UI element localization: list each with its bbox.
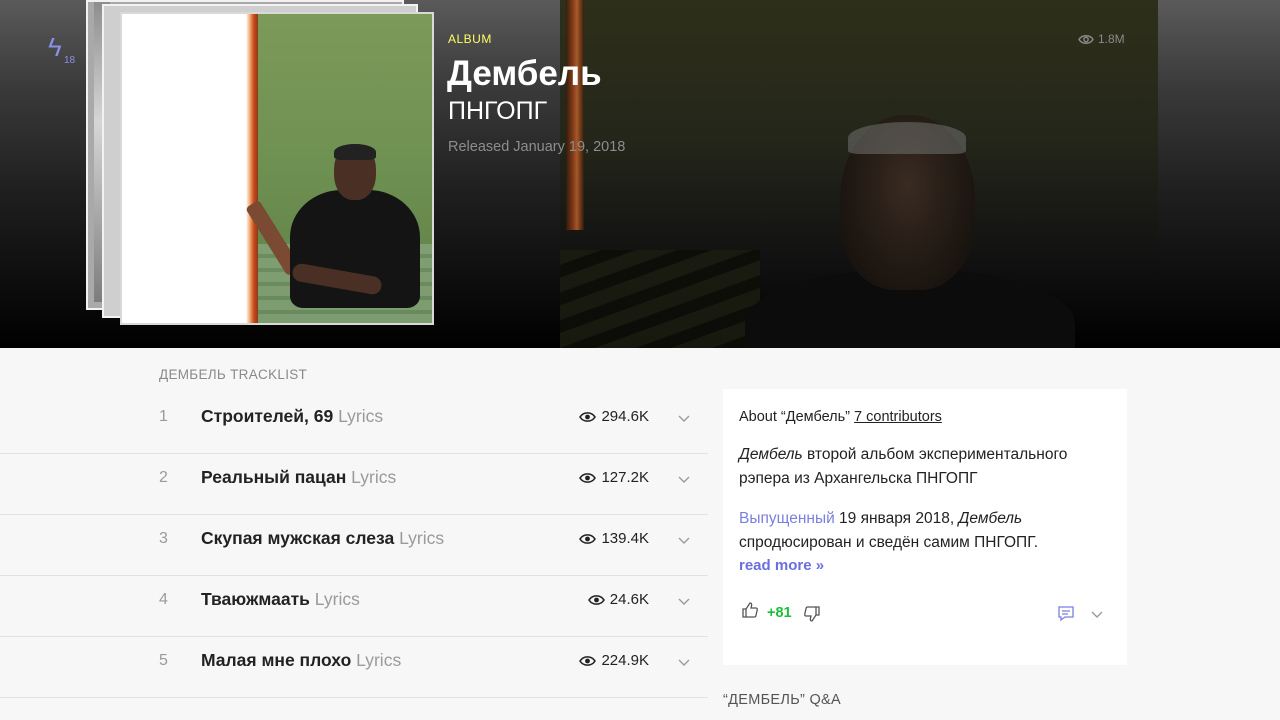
track-number: 5 — [159, 652, 168, 669]
chevron-down-icon[interactable] — [677, 655, 691, 669]
track-title-text: Малая мне плохо — [201, 650, 352, 670]
track-lyrics-label: Lyrics — [399, 528, 445, 548]
header-background-photo — [560, 0, 1158, 348]
thumbs-down-icon[interactable] — [803, 605, 821, 623]
qa-heading: “ДЕМБЕЛЬ” Q&A — [723, 692, 841, 708]
cover-person-cap — [334, 144, 376, 160]
track-title-text: Тваюжмаать — [201, 589, 310, 609]
cover-white — [122, 14, 248, 323]
about-heading-prefix: About “Дембель” — [739, 409, 851, 425]
eye-icon — [579, 533, 597, 544]
tracklist-heading: ДЕМБЕЛЬ TRACKLIST — [159, 367, 308, 382]
eye-icon — [579, 411, 597, 422]
track-number: 1 — [159, 408, 168, 425]
cover-rip — [246, 14, 258, 323]
album-views: 1.8M — [1078, 32, 1125, 46]
comment-icon[interactable] — [1057, 605, 1075, 623]
track-title[interactable]: Малая мне плохо Lyrics — [201, 650, 401, 671]
track-title-text: Реальный пацан — [201, 467, 347, 487]
track-views-count: 24.6K — [609, 591, 649, 608]
about-card: About “Дембель” 7 contributors Дембель в… — [723, 389, 1127, 665]
eye-icon — [579, 472, 597, 483]
track-views: 139.4K — [579, 530, 649, 547]
photo-stairs — [560, 250, 760, 348]
track-number: 3 — [159, 530, 168, 547]
chevron-down-icon[interactable] — [677, 533, 691, 547]
track-views: 24.6K — [587, 591, 649, 608]
vote-count: +81 — [767, 605, 792, 621]
track-views-count: 127.2K — [601, 469, 649, 486]
contributors-link[interactable]: 7 contributors — [854, 409, 942, 425]
annotation-link[interactable]: Выпущенный — [739, 510, 835, 527]
track-row[interactable]: 2 Реальный пацан Lyrics 127.2K — [0, 454, 708, 515]
track-views-count: 224.9K — [601, 652, 649, 669]
album-name-emphasis: Дембель — [739, 446, 803, 463]
track-title-text: Строителей, 69 — [201, 406, 334, 426]
chevron-down-icon[interactable] — [1090, 607, 1104, 621]
track-lyrics-label: Lyrics — [314, 589, 360, 609]
track-row[interactable]: 1 Строителей, 69 Lyrics 294.6K — [0, 393, 708, 454]
eye-icon — [579, 655, 597, 666]
brand-count: 18 — [64, 55, 76, 66]
photo-edge — [566, 0, 584, 230]
track-lyrics-label: Lyrics — [338, 406, 384, 426]
track-views-count: 294.6K — [601, 408, 649, 425]
release-info-text: спродюсирован и сведён самим ПНГОПГ. — [739, 534, 1039, 551]
album-artist-link[interactable]: ПНГОПГ — [448, 97, 547, 126]
release-date: Released January 19, 2018 — [448, 139, 626, 155]
chevron-down-icon[interactable] — [677, 594, 691, 608]
chevron-down-icon[interactable] — [677, 411, 691, 425]
track-lyrics-label: Lyrics — [351, 467, 397, 487]
lightning-icon: ϟ — [48, 32, 62, 62]
track-views-count: 139.4K — [601, 530, 649, 547]
photo-bandana — [848, 122, 966, 154]
about-description: Дембель второй альбом экспериментального… — [739, 443, 1111, 491]
track-title[interactable]: Скупая мужская слеза Lyrics — [201, 528, 444, 549]
chevron-down-icon[interactable] — [677, 472, 691, 486]
thumbs-up-icon[interactable] — [741, 601, 759, 619]
album-type-label: ALBUM — [448, 32, 492, 46]
brand-lightning-icon[interactable]: ϟ 18 — [48, 34, 78, 68]
album-name-emphasis: Дембель — [958, 510, 1023, 527]
about-release-info: Выпущенный 19 января 2018, Дембель спрод… — [739, 507, 1111, 555]
track-title[interactable]: Строителей, 69 Lyrics — [201, 406, 383, 427]
track-row[interactable]: 4 Тваюжмаать Lyrics 24.6K — [0, 576, 708, 637]
track-row[interactable]: 3 Скупая мужская слеза Lyrics 139.4K — [0, 515, 708, 576]
row-divider — [0, 697, 708, 698]
release-date-text: 19 января 2018, — [834, 510, 959, 527]
album-views-count: 1.8M — [1098, 32, 1125, 46]
track-views: 224.9K — [579, 652, 649, 669]
track-title[interactable]: Тваюжмаать Lyrics — [201, 589, 360, 610]
eye-icon — [1078, 34, 1094, 44]
read-more-link[interactable]: read more » — [739, 557, 824, 574]
track-row[interactable]: 5 Малая мне плохо Lyrics 224.9K — [0, 637, 708, 698]
album-cover — [120, 12, 434, 325]
track-number: 4 — [159, 591, 168, 608]
album-header: ϟ 18 ALBUM Дембель ПНГОПГ Released Janua… — [0, 0, 1280, 348]
album-title: Дембель — [447, 54, 602, 93]
track-title-text: Скупая мужская слеза — [201, 528, 395, 548]
track-title[interactable]: Реальный пацан Lyrics — [201, 467, 396, 488]
track-lyrics-label: Lyrics — [356, 650, 402, 670]
track-views: 294.6K — [579, 408, 649, 425]
about-heading: About “Дембель” 7 contributors — [739, 409, 942, 425]
track-number: 2 — [159, 469, 168, 486]
eye-icon — [587, 594, 605, 605]
track-views: 127.2K — [579, 469, 649, 486]
